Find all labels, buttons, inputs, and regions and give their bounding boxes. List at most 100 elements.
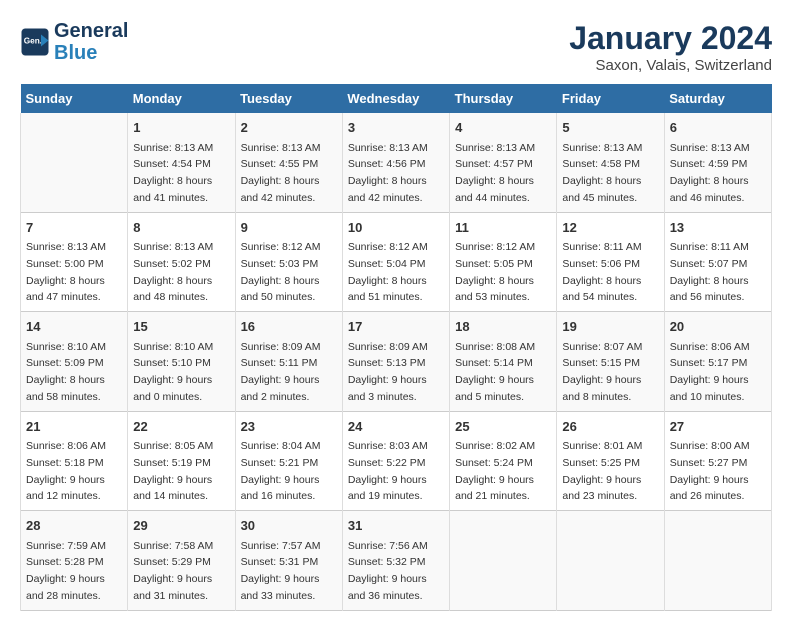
day-info: Sunrise: 8:12 AM Sunset: 5:04 PM Dayligh… xyxy=(348,241,428,303)
day-number: 11 xyxy=(455,218,551,238)
month-title: January 2024 xyxy=(569,20,772,57)
day-number: 5 xyxy=(562,118,658,138)
calendar-cell: 11 Sunrise: 8:12 AM Sunset: 5:05 PM Dayli… xyxy=(450,212,557,312)
day-number: 15 xyxy=(133,317,229,337)
calendar-week-row: 14 Sunrise: 8:10 AM Sunset: 5:09 PM Dayli… xyxy=(21,312,772,412)
calendar-cell: 26Sunrise: 8:01 AM Sunset: 5:25 PM Dayli… xyxy=(557,411,664,511)
calendar-body: 1 Sunrise: 8:13 AM Sunset: 4:54 PM Daylig… xyxy=(21,113,772,610)
day-number: 6 xyxy=(670,118,766,138)
title-block: January 2024 Saxon, Valais, Switzerland xyxy=(569,20,772,74)
day-number: 27 xyxy=(670,417,766,437)
day-info: Sunrise: 8:00 AM Sunset: 5:27 PM Dayligh… xyxy=(670,440,750,502)
calendar-cell: 27 Sunrise: 8:00 AM Sunset: 5:27 PM Dayli… xyxy=(664,411,771,511)
logo-icon: Gen. xyxy=(20,27,50,57)
day-info: Sunrise: 8:10 AM Sunset: 5:09 PM Dayligh… xyxy=(26,341,106,403)
day-number: 20 xyxy=(670,317,766,337)
calendar-cell: 31 Sunrise: 7:56 AM Sunset: 5:32 PM Dayli… xyxy=(342,511,449,611)
calendar-cell: 29 Sunrise: 7:58 AM Sunset: 5:29 PM Dayli… xyxy=(128,511,235,611)
day-number: 21 xyxy=(26,417,122,437)
day-info: Sunrise: 7:59 AM Sunset: 5:28 PM Dayligh… xyxy=(26,540,106,602)
calendar-cell: 4 Sunrise: 8:13 AM Sunset: 4:57 PM Daylig… xyxy=(450,113,557,212)
day-number: 24 xyxy=(348,417,444,437)
calendar-cell: 1 Sunrise: 8:13 AM Sunset: 4:54 PM Daylig… xyxy=(128,113,235,212)
calendar-cell: 24 Sunrise: 8:03 AM Sunset: 5:22 PM Dayli… xyxy=(342,411,449,511)
weekday-header: Thursday xyxy=(450,84,557,113)
day-info: Sunrise: 7:57 AM Sunset: 5:31 PM Dayligh… xyxy=(241,540,321,602)
day-info: Sunrise: 8:09 AM Sunset: 5:13 PM Dayligh… xyxy=(348,341,428,403)
day-info: Sunrise: 7:56 AM Sunset: 5:32 PM Dayligh… xyxy=(348,540,428,602)
calendar-cell: 8Sunrise: 8:13 AM Sunset: 5:02 PM Daylig… xyxy=(128,212,235,312)
day-number: 3 xyxy=(348,118,444,138)
day-info: Sunrise: 8:06 AM Sunset: 5:18 PM Dayligh… xyxy=(26,440,106,502)
weekday-header: Friday xyxy=(557,84,664,113)
calendar-cell: 20 Sunrise: 8:06 AM Sunset: 5:17 PM Dayli… xyxy=(664,312,771,412)
calendar-table: SundayMondayTuesdayWednesdayThursdayFrid… xyxy=(20,84,772,611)
calendar-cell: 18 Sunrise: 8:08 AM Sunset: 5:14 PM Dayli… xyxy=(450,312,557,412)
day-number: 10 xyxy=(348,218,444,238)
day-number: 18 xyxy=(455,317,551,337)
calendar-cell: 2 Sunrise: 8:13 AM Sunset: 4:55 PM Daylig… xyxy=(235,113,342,212)
day-number: 22 xyxy=(133,417,229,437)
header-row: SundayMondayTuesdayWednesdayThursdayFrid… xyxy=(21,84,772,113)
day-number: 19 xyxy=(562,317,658,337)
day-number: 31 xyxy=(348,516,444,536)
day-info: Sunrise: 8:11 AM Sunset: 5:07 PM Dayligh… xyxy=(670,241,749,303)
day-number: 1 xyxy=(133,118,229,138)
weekday-header: Sunday xyxy=(21,84,128,113)
calendar-week-row: 21 Sunrise: 8:06 AM Sunset: 5:18 PM Dayli… xyxy=(21,411,772,511)
weekday-header: Saturday xyxy=(664,84,771,113)
calendar-cell: 25Sunrise: 8:02 AM Sunset: 5:24 PM Dayli… xyxy=(450,411,557,511)
day-info: Sunrise: 8:12 AM Sunset: 5:03 PM Dayligh… xyxy=(241,241,321,303)
weekday-header: Wednesday xyxy=(342,84,449,113)
day-info: Sunrise: 8:04 AM Sunset: 5:21 PM Dayligh… xyxy=(241,440,321,502)
day-info: Sunrise: 8:13 AM Sunset: 4:59 PM Dayligh… xyxy=(670,142,750,204)
day-number: 29 xyxy=(133,516,229,536)
calendar-cell: 12 Sunrise: 8:11 AM Sunset: 5:06 PM Dayli… xyxy=(557,212,664,312)
day-number: 30 xyxy=(241,516,337,536)
day-info: Sunrise: 8:13 AM Sunset: 4:57 PM Dayligh… xyxy=(455,142,535,204)
weekday-header: Monday xyxy=(128,84,235,113)
day-info: Sunrise: 8:13 AM Sunset: 5:00 PM Dayligh… xyxy=(26,241,106,303)
calendar-cell: 16 Sunrise: 8:09 AM Sunset: 5:11 PM Dayli… xyxy=(235,312,342,412)
day-info: Sunrise: 8:09 AM Sunset: 5:11 PM Dayligh… xyxy=(241,341,321,403)
day-number: 17 xyxy=(348,317,444,337)
day-number: 16 xyxy=(241,317,337,337)
day-number: 4 xyxy=(455,118,551,138)
calendar-cell xyxy=(450,511,557,611)
calendar-cell: 10 Sunrise: 8:12 AM Sunset: 5:04 PM Dayli… xyxy=(342,212,449,312)
calendar-cell: 21 Sunrise: 8:06 AM Sunset: 5:18 PM Dayli… xyxy=(21,411,128,511)
day-number: 2 xyxy=(241,118,337,138)
day-info: Sunrise: 8:01 AM Sunset: 5:25 PM Dayligh… xyxy=(562,440,642,502)
day-number: 12 xyxy=(562,218,658,238)
day-info: Sunrise: 8:06 AM Sunset: 5:17 PM Dayligh… xyxy=(670,341,750,403)
svg-text:Gen.: Gen. xyxy=(24,37,42,46)
calendar-cell xyxy=(557,511,664,611)
logo-text-line2: Blue xyxy=(54,42,128,64)
calendar-cell: 19 Sunrise: 8:07 AM Sunset: 5:15 PM Dayli… xyxy=(557,312,664,412)
day-info: Sunrise: 8:13 AM Sunset: 4:55 PM Dayligh… xyxy=(241,142,321,204)
day-info: Sunrise: 8:12 AM Sunset: 5:05 PM Dayligh… xyxy=(455,241,535,303)
calendar-week-row: 7 Sunrise: 8:13 AM Sunset: 5:00 PM Daylig… xyxy=(21,212,772,312)
calendar-cell: 22 Sunrise: 8:05 AM Sunset: 5:19 PM Dayli… xyxy=(128,411,235,511)
day-info: Sunrise: 8:05 AM Sunset: 5:19 PM Dayligh… xyxy=(133,440,213,502)
day-info: Sunrise: 8:08 AM Sunset: 5:14 PM Dayligh… xyxy=(455,341,535,403)
page-header: Gen. General Blue January 2024 Saxon, Va… xyxy=(20,20,772,74)
weekday-header: Tuesday xyxy=(235,84,342,113)
day-number: 25 xyxy=(455,417,551,437)
day-info: Sunrise: 8:13 AM Sunset: 4:54 PM Dayligh… xyxy=(133,142,213,204)
calendar-header: SundayMondayTuesdayWednesdayThursdayFrid… xyxy=(21,84,772,113)
calendar-week-row: 1 Sunrise: 8:13 AM Sunset: 4:54 PM Daylig… xyxy=(21,113,772,212)
day-info: Sunrise: 8:03 AM Sunset: 5:22 PM Dayligh… xyxy=(348,440,428,502)
day-number: 13 xyxy=(670,218,766,238)
day-info: Sunrise: 8:10 AM Sunset: 5:10 PM Dayligh… xyxy=(133,341,213,403)
calendar-cell: 14 Sunrise: 8:10 AM Sunset: 5:09 PM Dayli… xyxy=(21,312,128,412)
day-number: 14 xyxy=(26,317,122,337)
calendar-cell: 9Sunrise: 8:12 AM Sunset: 5:03 PM Daylig… xyxy=(235,212,342,312)
day-info: Sunrise: 8:11 AM Sunset: 5:06 PM Dayligh… xyxy=(562,241,641,303)
calendar-cell: 7 Sunrise: 8:13 AM Sunset: 5:00 PM Daylig… xyxy=(21,212,128,312)
day-info: Sunrise: 7:58 AM Sunset: 5:29 PM Dayligh… xyxy=(133,540,213,602)
day-info: Sunrise: 8:13 AM Sunset: 4:56 PM Dayligh… xyxy=(348,142,428,204)
location-subtitle: Saxon, Valais, Switzerland xyxy=(569,57,772,74)
day-info: Sunrise: 8:07 AM Sunset: 5:15 PM Dayligh… xyxy=(562,341,642,403)
day-number: 7 xyxy=(26,218,122,238)
